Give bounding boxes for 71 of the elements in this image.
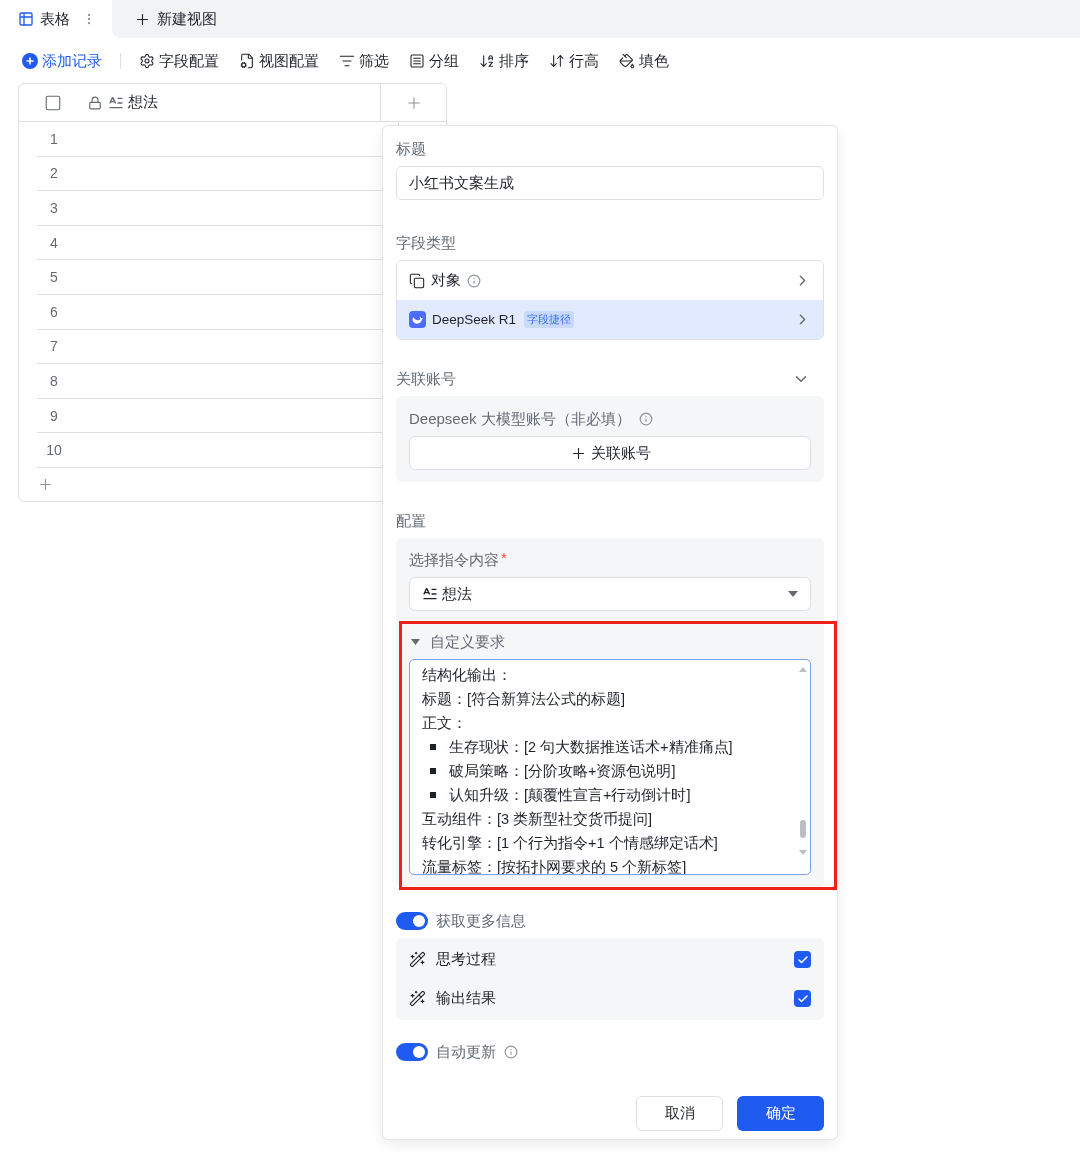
- toggle-switch[interactable]: [396, 1043, 428, 1061]
- checkbox[interactable]: [44, 93, 62, 112]
- list-box-icon: [409, 53, 425, 69]
- field-type-option[interactable]: DeepSeek R1 字段捷径: [397, 300, 823, 339]
- toolbar-button[interactable]: 添加记录: [22, 51, 102, 71]
- option-label: 思考过程: [436, 950, 497, 969]
- copy-icon: [409, 272, 425, 289]
- row-number: 2: [49, 165, 59, 182]
- toolbar-button[interactable]: 筛选: [339, 51, 389, 71]
- paint-bucket-icon: [619, 53, 635, 69]
- info-icon[interactable]: [504, 1045, 518, 1059]
- whale-logo-icon: [409, 311, 426, 328]
- ai-text-icon: [409, 951, 426, 968]
- field-label: 字段类型: [396, 233, 456, 253]
- caret-icon: [411, 639, 420, 645]
- title-field[interactable]: 小红书文案生成: [396, 166, 824, 200]
- toolbar-button[interactable]: 行高: [549, 51, 599, 71]
- cancel-button[interactable]: 取消: [636, 1096, 723, 1131]
- info-icon[interactable]: [467, 273, 481, 288]
- gear-icon: [139, 53, 155, 69]
- required-mark: *: [501, 548, 507, 566]
- filter-icon: [339, 53, 355, 69]
- row-number: 7: [49, 338, 59, 355]
- check-icon: [796, 992, 809, 1005]
- confirm-button[interactable]: 确定: [737, 1096, 824, 1131]
- info-icon[interactable]: [638, 412, 653, 426]
- table-icon: [18, 11, 34, 27]
- ai-text-icon: [409, 990, 426, 1007]
- text-type-icon: [422, 586, 438, 602]
- section-label: 配置: [396, 511, 426, 531]
- section-label: 关联账号: [396, 369, 456, 389]
- toggle-label: 获取更多信息: [436, 911, 526, 931]
- view-tab[interactable]: 新建视图: [112, 0, 1080, 38]
- instruction-select[interactable]: 想法: [409, 577, 811, 611]
- row-number: 8: [49, 372, 59, 389]
- bullet-icon: [430, 768, 436, 774]
- row-number: 10: [45, 442, 63, 459]
- toolbar-button[interactable]: 填色: [619, 51, 669, 71]
- toolbar-button[interactable]: 排序: [479, 51, 529, 71]
- option-label: 输出结果: [436, 989, 497, 1008]
- toolbar-button[interactable]: 字段配置: [139, 51, 219, 71]
- custom-requirements-toggle[interactable]: 自定义要求: [409, 631, 505, 653]
- row-number: 6: [49, 303, 59, 320]
- checkbox[interactable]: [794, 951, 811, 968]
- checkbox[interactable]: [794, 990, 811, 1007]
- dropdown-caret-icon: [788, 591, 798, 597]
- bullet-icon: [430, 744, 436, 750]
- sort-icon: [479, 53, 495, 69]
- toggle-switch[interactable]: [396, 912, 428, 930]
- field-label: 选择指令内容: [409, 550, 499, 570]
- field-label: Deepseek 大模型账号（非必填）: [409, 409, 631, 429]
- text-type-icon: [108, 94, 124, 111]
- row-number: 4: [49, 234, 59, 251]
- bullet-icon: [430, 792, 436, 798]
- row-number: 5: [49, 269, 59, 286]
- option-label: 对象: [431, 271, 461, 290]
- shortcut-tag: 字段捷径: [524, 311, 575, 328]
- row-number: 1: [49, 130, 59, 147]
- row-number: 3: [49, 200, 59, 216]
- column-header[interactable]: 想法: [128, 93, 158, 112]
- toolbar-button[interactable]: 分组: [409, 51, 459, 71]
- check-icon: [796, 953, 809, 966]
- option-label: DeepSeek R1: [432, 312, 517, 327]
- up-down-arrows-icon: [549, 53, 565, 69]
- link-account-button[interactable]: 关联账号: [409, 436, 811, 470]
- field-label: 标题: [396, 139, 426, 159]
- document-gear-icon: [239, 53, 255, 69]
- plus-circle-icon: [22, 53, 38, 69]
- toggle-label: 自动更新: [436, 1042, 496, 1062]
- toolbar-button[interactable]: 视图配置: [239, 51, 319, 71]
- row-number: 9: [49, 407, 59, 424]
